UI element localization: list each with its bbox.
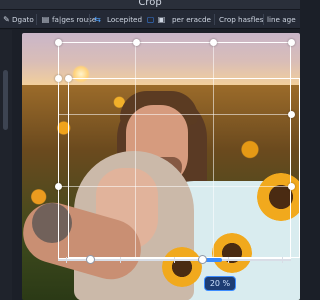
- slider-tick: [66, 257, 67, 263]
- toolbar-item-dgato[interactable]: Dgato: [12, 13, 34, 26]
- toolbar-item-per-eracde[interactable]: per eracde: [172, 13, 211, 26]
- crop-handle-top-left[interactable]: [55, 39, 62, 46]
- slider-knob-secondary[interactable]: [86, 255, 95, 264]
- straighten-slider[interactable]: [58, 255, 291, 265]
- slider-tick: [228, 257, 229, 263]
- crop-handle-inner-top-left[interactable]: [65, 75, 72, 82]
- checkmark-icon[interactable]: ⇆: [93, 14, 102, 25]
- slider-tick: [282, 257, 283, 263]
- crop-handle-right[interactable]: [288, 183, 295, 190]
- grid-icon[interactable]: ▣: [157, 14, 166, 25]
- toolbar-divider: [214, 14, 215, 25]
- cursor-icon[interactable]: ✎: [2, 14, 11, 25]
- toolbar-item-locepited[interactable]: Locepited: [107, 13, 142, 26]
- zoom-level-badge[interactable]: 20 %: [204, 276, 236, 291]
- crop-toolbar: ✎ Dgato ▤ fa|ges rouse ⇆ Locepited ▢ ▣ p…: [0, 10, 300, 29]
- window-title: Crop: [138, 0, 162, 8]
- slider-tick: [174, 257, 175, 263]
- crop-handle-right[interactable]: [288, 111, 295, 118]
- crop-handle-top[interactable]: [133, 39, 140, 46]
- toolbar-item-line-age[interactable]: line age: [267, 13, 296, 26]
- toolbar-divider: [89, 14, 90, 25]
- slider-knob[interactable]: [198, 255, 207, 264]
- crop-handle-left[interactable]: [55, 183, 62, 190]
- toolbar-item-crop-handles[interactable]: Crop hasfles: [219, 13, 263, 26]
- window-titlebar: Crop: [0, 0, 300, 10]
- toolbar-divider: [36, 14, 37, 25]
- slider-tick: [120, 257, 121, 263]
- scrollbar-thumb[interactable]: [3, 70, 8, 130]
- crop-handle-top[interactable]: [210, 39, 217, 46]
- left-rail: [0, 30, 12, 300]
- crop-inner-guide: [68, 78, 300, 258]
- layers-icon[interactable]: ▤: [41, 14, 50, 25]
- toolbar-divider: [263, 14, 264, 25]
- aspect-ratio-icon[interactable]: ▢: [146, 14, 155, 25]
- crop-handle-left[interactable]: [55, 75, 62, 82]
- crop-handle-top-right[interactable]: [288, 39, 295, 46]
